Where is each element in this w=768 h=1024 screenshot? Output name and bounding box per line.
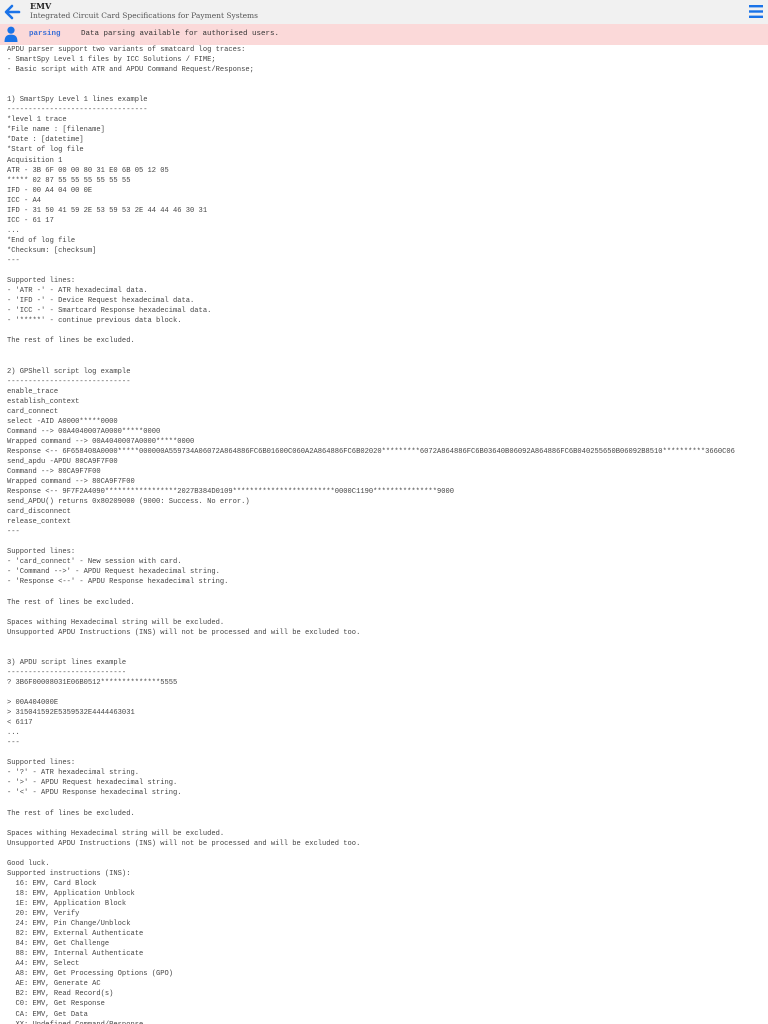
- parsing-badge[interactable]: parsing: [29, 30, 61, 39]
- app-titles: EMV Integrated Circuit Card Specificatio…: [30, 2, 258, 21]
- help-text: APDU parser support two variants of smat…: [7, 46, 735, 1024]
- app-bar: EMV Integrated Circuit Card Specificatio…: [0, 0, 768, 25]
- app-subtitle: Integrated Circuit Card Specifications f…: [30, 11, 259, 20]
- notice-bar: parsing Data parsing available for autho…: [0, 24, 768, 45]
- app-name: EMV: [30, 1, 52, 11]
- hamburger-menu-icon[interactable]: [748, 3, 764, 20]
- notice-message: Data parsing available for authorised us…: [81, 30, 280, 38]
- arrow-left-icon[interactable]: [2, 2, 22, 22]
- main-content[interactable]: APDU parser support two variants of smat…: [7, 45, 768, 1024]
- user-icon: [4, 26, 18, 42]
